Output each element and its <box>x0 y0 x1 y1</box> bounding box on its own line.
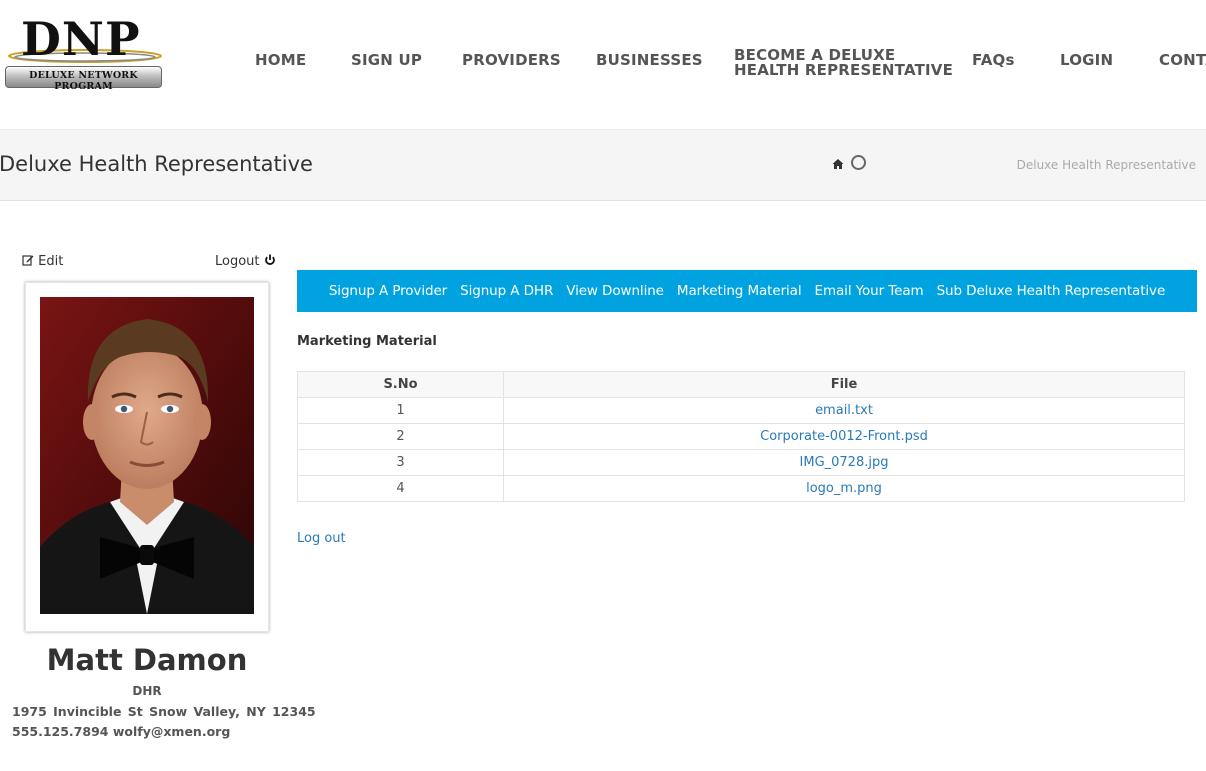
column-header-sno: S.No <box>297 371 504 398</box>
profile-name: Matt Damon <box>46 643 248 677</box>
table-header-row: S.No File <box>297 371 1185 398</box>
dhr-sub-nav: Signup A Provider Signup A DHR View Down… <box>297 270 1197 312</box>
nav-contact[interactable]: CONTA <box>1159 53 1206 68</box>
edit-icon <box>22 255 34 266</box>
logout-label: Logout <box>215 254 260 269</box>
table-row: 2 Corporate-0012-Front.psd <box>297 423 1185 450</box>
logout-link-top[interactable]: Logout <box>215 254 276 269</box>
subnav-signup-dhr[interactable]: Signup A DHR <box>460 283 553 299</box>
profile-role: DHR <box>132 684 162 698</box>
breadcrumb: Deluxe Health Representative <box>832 155 1196 172</box>
table-row: 4 logo_m.png <box>297 475 1185 502</box>
edit-label: Edit <box>38 254 64 269</box>
profile-email[interactable]: wolfy@xmen.org <box>113 724 230 739</box>
page-title: Deluxe Health Representative <box>0 152 313 176</box>
cell-sno: 2 <box>297 423 504 450</box>
profile-phone: 555.125.7894 <box>12 724 109 739</box>
logout-link-bottom[interactable]: Log out <box>297 531 346 546</box>
subnav-email-team[interactable]: Email Your Team <box>815 283 924 299</box>
site-header: DNP DELUXE NETWORK PROGRAM HOME SIGN UP … <box>0 0 1206 129</box>
subnav-marketing-material[interactable]: Marketing Material <box>677 283 802 299</box>
page-title-bar: Deluxe Health Representative Deluxe Heal… <box>0 129 1206 201</box>
home-icon[interactable] <box>832 158 844 170</box>
column-header-file: File <box>503 371 1185 398</box>
cell-sno: 1 <box>297 397 504 424</box>
breadcrumb-current: Deluxe Health Representative <box>1016 158 1196 172</box>
file-link[interactable]: logo_m.png <box>806 481 882 496</box>
nav-faqs[interactable]: FAQs <box>972 53 1015 68</box>
nav-login[interactable]: LOGIN <box>1060 53 1113 68</box>
table-row: 1 email.txt <box>297 397 1185 424</box>
power-icon <box>264 254 275 265</box>
nav-providers[interactable]: PROVIDERS <box>462 53 561 68</box>
cell-file: Corporate-0012-Front.psd <box>503 423 1185 450</box>
file-link[interactable]: email.txt <box>815 403 873 418</box>
nav-signup[interactable]: SIGN UP <box>351 53 422 68</box>
subnav-signup-provider[interactable]: Signup A Provider <box>329 283 447 299</box>
subnav-view-downline[interactable]: View Downline <box>566 283 664 299</box>
cell-sno: 4 <box>297 475 504 502</box>
nav-become-dhr[interactable]: BECOME A DELUXE HEALTH REPRESENTATIVE <box>734 48 953 78</box>
profile-photo <box>40 297 254 614</box>
site-logo[interactable]: DNP DELUXE NETWORK PROGRAM <box>5 12 163 92</box>
file-link[interactable]: IMG_0728.jpg <box>800 455 889 470</box>
profile-contact: 555.125.7894 wolfy@xmen.org <box>12 724 230 739</box>
logo-tagline: DELUXE NETWORK PROGRAM <box>29 70 138 92</box>
logo-brand-text: DNP <box>21 12 141 66</box>
breadcrumb-separator-icon <box>850 155 866 170</box>
profile-address: 1975 Invincible St Snow Valley, NY 12345 <box>12 704 316 719</box>
table-row: 3 IMG_0728.jpg <box>297 449 1185 476</box>
profile-photo-frame <box>25 282 269 632</box>
cell-sno: 3 <box>297 449 504 476</box>
file-link[interactable]: Corporate-0012-Front.psd <box>760 429 928 444</box>
logo-tagline-plate: DELUXE NETWORK PROGRAM <box>5 66 162 92</box>
cell-file: IMG_0728.jpg <box>503 449 1185 476</box>
edit-profile-link[interactable]: Edit <box>22 254 63 269</box>
subnav-sub-dhr[interactable]: Sub Deluxe Health Representative <box>937 283 1166 299</box>
cell-file: email.txt <box>503 397 1185 424</box>
cell-file: logo_m.png <box>503 475 1185 502</box>
nav-businesses[interactable]: BUSINESSES <box>596 53 703 68</box>
marketing-files-table: S.No File 1 email.txt 2 Corporate-0012-F… <box>297 371 1185 502</box>
nav-home[interactable]: HOME <box>255 53 306 68</box>
section-title: Marketing Material <box>297 334 437 349</box>
nav-become-line2: HEALTH REPRESENTATIVE <box>734 61 954 79</box>
